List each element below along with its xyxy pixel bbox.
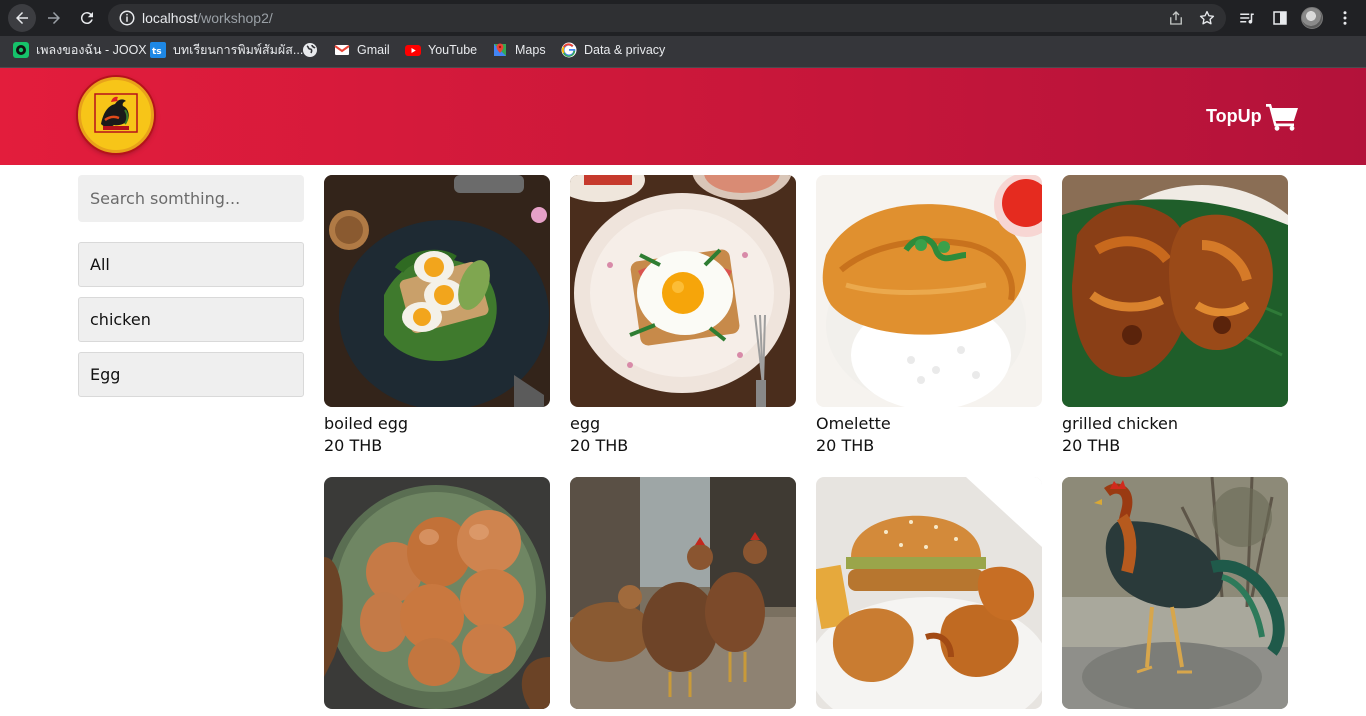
bookmark-maps[interactable]: Maps xyxy=(492,36,546,64)
product-card[interactable] xyxy=(570,477,796,716)
bookmark-label: Maps xyxy=(515,43,546,57)
bookmark-label: Data & privacy xyxy=(584,43,666,57)
info-icon[interactable] xyxy=(118,9,136,27)
rooster-logo-icon xyxy=(94,93,138,133)
typing-site-icon: ts xyxy=(150,42,166,58)
globe-icon xyxy=(302,42,318,58)
bowl-of-eggs-photo[interactable] xyxy=(324,477,550,709)
product-card[interactable]: boiled egg 20 THB xyxy=(324,175,550,456)
burger-chicken-photo[interactable] xyxy=(816,477,1042,709)
product-price: 20 THB xyxy=(816,436,875,455)
product-card[interactable]: grilled chicken 20 THB xyxy=(1062,175,1288,456)
bookmark-youtube[interactable]: YouTube xyxy=(405,36,477,64)
product-card[interactable] xyxy=(816,477,1042,716)
bookmark-globe[interactable] xyxy=(302,36,318,64)
arrow-left-icon xyxy=(16,12,28,24)
shopping-cart-icon[interactable] xyxy=(1265,101,1299,131)
omelette-photo[interactable] xyxy=(816,175,1042,407)
maps-icon xyxy=(492,42,508,58)
share-icon[interactable] xyxy=(1167,9,1185,27)
search-input[interactable] xyxy=(78,175,304,222)
bookmark-label: บทเรียนการพิมพ์สัมผัส... xyxy=(173,43,304,57)
address-bar[interactable]: localhost/workshop2/ xyxy=(108,4,1226,32)
browser-toolbar: localhost/workshop2/ xyxy=(0,0,1366,36)
product-name: egg xyxy=(570,414,601,433)
product-price: 20 THB xyxy=(570,436,629,455)
url-text: localhost/workshop2/ xyxy=(142,4,273,32)
forward-button[interactable] xyxy=(40,4,68,32)
fried-egg-photo[interactable] xyxy=(570,175,796,407)
star-icon[interactable] xyxy=(1198,9,1216,27)
rooster-photo[interactable] xyxy=(1062,477,1288,709)
bookmark-gmail[interactable]: Gmail xyxy=(334,36,390,64)
site-header: TopUp xyxy=(0,68,1366,165)
category-egg-button[interactable]: Egg xyxy=(78,352,304,397)
back-button[interactable] xyxy=(8,4,36,32)
grilled-chicken-photo[interactable] xyxy=(1062,175,1288,407)
logo[interactable] xyxy=(78,77,154,153)
product-card[interactable]: egg 20 THB xyxy=(570,175,796,456)
hens-photo[interactable] xyxy=(570,477,796,709)
arrow-right-icon xyxy=(48,12,60,24)
category-chicken-button[interactable]: chicken xyxy=(78,297,304,342)
svg-text:ts: ts xyxy=(152,47,162,57)
bookmark-label: Gmail xyxy=(357,43,390,57)
youtube-icon xyxy=(405,42,421,58)
gmail-icon xyxy=(334,42,350,58)
url-path: /workshop2/ xyxy=(197,10,273,26)
bookmark-label: เพลงของฉัน - JOOX xyxy=(36,43,147,57)
category-all-button[interactable]: All xyxy=(78,242,304,287)
url-host: localhost xyxy=(142,10,198,26)
bookmarks-bar: เพลงของฉัน - JOOX ts บทเรียนการพิมพ์สัมผ… xyxy=(0,36,1366,68)
product-card[interactable] xyxy=(1062,477,1288,716)
topup-link[interactable]: TopUp xyxy=(1206,106,1262,127)
boiled-egg-photo[interactable] xyxy=(324,175,550,407)
media-control-icon[interactable] xyxy=(1238,9,1256,27)
product-name: Omelette xyxy=(816,414,891,433)
side-panel-icon[interactable] xyxy=(1271,9,1289,27)
product-price: 20 THB xyxy=(324,436,383,455)
product-name: grilled chicken xyxy=(1062,414,1179,433)
bookmark-joox[interactable]: เพลงของฉัน - JOOX xyxy=(13,36,147,64)
bookmark-typing[interactable]: ts บทเรียนการพิมพ์สัมผัส... xyxy=(150,36,303,64)
bookmark-data-privacy[interactable]: Data & privacy xyxy=(561,36,665,64)
bookmark-label: YouTube xyxy=(428,43,478,57)
product-card[interactable] xyxy=(324,477,550,716)
product-price: 20 THB xyxy=(1062,436,1121,455)
more-menu-icon[interactable] xyxy=(1336,9,1354,27)
product-card[interactable]: Omelette 20 THB xyxy=(816,175,1042,456)
reload-button[interactable] xyxy=(73,4,101,32)
product-name: boiled egg xyxy=(324,414,409,433)
reload-icon xyxy=(80,12,93,25)
profile-avatar[interactable] xyxy=(1301,7,1323,29)
joox-icon xyxy=(13,42,29,58)
google-icon xyxy=(561,42,577,58)
